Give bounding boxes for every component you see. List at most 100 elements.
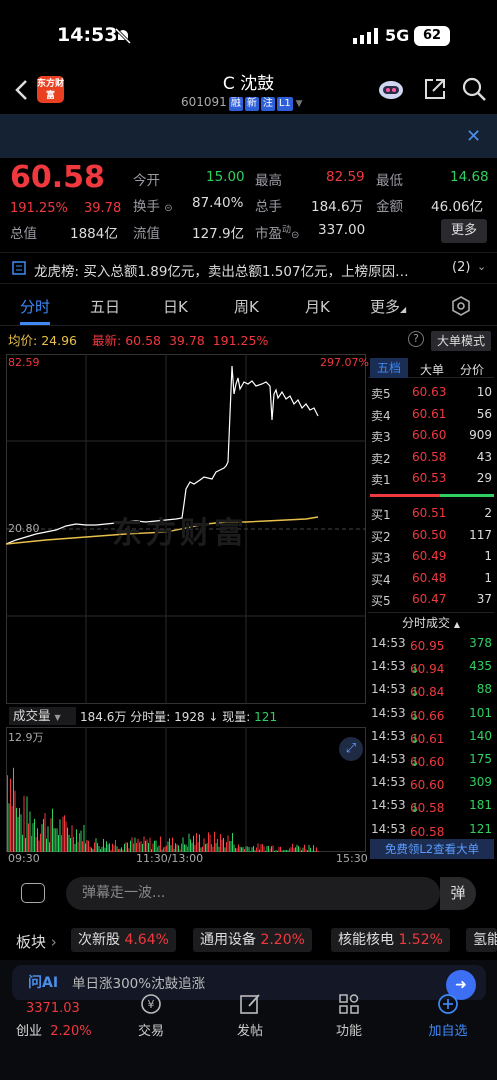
turnover-value: 87.40% bbox=[192, 195, 244, 211]
volume-indicator-select[interactable]: 成交量 ▼ bbox=[9, 707, 76, 725]
asks-row[interactable]: 卖5 60.63 10 bbox=[368, 382, 494, 404]
bids-row[interactable]: 买2 60.50 117 bbox=[368, 525, 494, 547]
bids-row[interactable]: 买4 60.48 1 bbox=[368, 568, 494, 590]
turnover-label: 换手 ⊝ bbox=[133, 199, 173, 215]
assistant-robot-icon[interactable] bbox=[378, 76, 404, 102]
volume-bar bbox=[257, 843, 259, 852]
tab-big-order[interactable]: 大单 bbox=[420, 361, 444, 378]
volume-bar bbox=[148, 842, 149, 852]
asks-row[interactable]: 卖1 60.53 29 bbox=[368, 468, 494, 490]
trade-volume: 175 bbox=[469, 752, 492, 766]
tab-month-k[interactable]: 月K bbox=[305, 296, 330, 317]
asks-row[interactable]: 卖2 60.58 43 bbox=[368, 447, 494, 469]
volume-bar bbox=[272, 845, 274, 852]
more-quote-button[interactable]: 更多 bbox=[441, 219, 487, 243]
tab-intraday[interactable]: 分时 bbox=[20, 296, 50, 317]
stock-code-row[interactable]: 601091 融新注 L1 ▼ bbox=[181, 95, 303, 111]
volume-bar bbox=[155, 840, 157, 852]
trade-volume: 435 bbox=[469, 659, 492, 674]
index-value[interactable]: 3371.03 bbox=[26, 1001, 80, 1016]
level-label: 卖5 bbox=[371, 387, 391, 401]
volume-info: 184.6万 分时量: 1928 ↓ 现量: 121 bbox=[80, 710, 278, 724]
expand-icon[interactable]: ⤢ bbox=[339, 737, 363, 761]
volume-bar bbox=[124, 843, 125, 852]
volume-bar bbox=[10, 778, 11, 852]
search-icon[interactable] bbox=[461, 76, 487, 102]
amount-value: 46.06亿 bbox=[431, 199, 484, 215]
volume-bar bbox=[16, 807, 17, 852]
volume-bar bbox=[308, 844, 310, 852]
volume-bar bbox=[50, 818, 52, 852]
volume-bar bbox=[116, 846, 118, 852]
volume-bar bbox=[80, 830, 82, 852]
tab-five-level[interactable]: 五档 bbox=[370, 358, 408, 378]
volume-bar bbox=[86, 840, 88, 852]
close-icon[interactable]: ✕ bbox=[466, 126, 481, 147]
share-icon[interactable] bbox=[422, 76, 448, 102]
volume-bar bbox=[232, 833, 233, 852]
chart-high-label: 82.59 bbox=[8, 356, 40, 369]
sector-chip[interactable]: 核能核电 1.52% bbox=[331, 928, 450, 952]
volume-bar bbox=[13, 767, 14, 852]
help-icon[interactable]: ? bbox=[408, 331, 424, 347]
sector-chip[interactable]: 通用设备 2.20% bbox=[193, 928, 312, 952]
volume-bar bbox=[175, 843, 176, 852]
bids-row[interactable]: 买1 60.51 2 bbox=[368, 503, 494, 525]
volume-bar bbox=[17, 816, 19, 852]
volume-bar bbox=[317, 850, 319, 852]
level-label: 买4 bbox=[371, 572, 391, 587]
free-l2-button[interactable]: 免费领L2查看大单 bbox=[370, 839, 494, 859]
level-volume: 43 bbox=[476, 449, 492, 464]
sector-chip[interactable]: 氢能 bbox=[466, 928, 497, 952]
tab-price-dist[interactable]: 分价 bbox=[460, 361, 484, 378]
danmu-input[interactable]: 弹幕走一波... bbox=[66, 877, 440, 910]
ai-logo: 问AI bbox=[28, 975, 59, 991]
nav-trade[interactable]: 交易 bbox=[111, 1020, 191, 1039]
volume-bar bbox=[182, 837, 184, 852]
volume-bar bbox=[137, 838, 139, 852]
volume-bar bbox=[292, 843, 293, 852]
volume-bar bbox=[58, 835, 59, 852]
nav-post[interactable]: 发帖 bbox=[210, 1020, 290, 1039]
volume-bar bbox=[65, 821, 67, 852]
volume-bar bbox=[266, 846, 268, 852]
volume-bar bbox=[221, 839, 223, 852]
volume-bar bbox=[145, 840, 146, 852]
network-type: 5G bbox=[385, 26, 410, 45]
nav-add-watchlist[interactable]: 加自选 bbox=[408, 1020, 488, 1039]
volume-bar bbox=[128, 848, 130, 852]
tab-day-k[interactable]: 日K bbox=[163, 296, 188, 317]
danmu-toggle-icon[interactable]: 弹 bbox=[440, 877, 476, 910]
bids-row[interactable]: 买5 60.47 37 bbox=[368, 589, 494, 611]
volume-bar bbox=[32, 823, 34, 852]
big-order-mode-button[interactable]: 大单模式 bbox=[431, 331, 491, 351]
bids-row[interactable]: 买3 60.49 1 bbox=[368, 546, 494, 568]
volume-bar bbox=[67, 827, 68, 852]
asks-row[interactable]: 卖4 60.61 56 bbox=[368, 404, 494, 426]
trades-header[interactable]: 分时成交 ▲ bbox=[368, 612, 494, 632]
volume-bar bbox=[169, 838, 170, 852]
tab-five-day[interactable]: 五日 bbox=[90, 296, 120, 317]
settings-gear-icon[interactable] bbox=[451, 296, 471, 316]
sector-label[interactable]: 板块 › bbox=[16, 931, 57, 952]
volume-bar bbox=[40, 833, 41, 852]
asks-row[interactable]: 卖3 60.60 909 bbox=[368, 425, 494, 447]
comment-list-icon[interactable] bbox=[21, 883, 45, 903]
volume-bar bbox=[53, 828, 55, 852]
tab-more[interactable]: 更多◢ bbox=[370, 296, 406, 317]
volume-bar bbox=[109, 843, 110, 852]
volume-bar bbox=[197, 842, 199, 852]
volume-bar bbox=[199, 834, 200, 852]
tab-week-k[interactable]: 周K bbox=[234, 296, 259, 317]
volume-bar bbox=[22, 834, 23, 852]
level-volume: 2 bbox=[484, 506, 492, 520]
volume-bar bbox=[193, 835, 194, 852]
nav-function[interactable]: 功能 bbox=[309, 1020, 389, 1039]
sector-chip[interactable]: 次新股 4.64% bbox=[71, 928, 176, 952]
index-row[interactable]: 创业 2.20% bbox=[16, 1020, 92, 1039]
volume-bar bbox=[230, 841, 232, 852]
volume-bar bbox=[8, 803, 10, 852]
volume-bar bbox=[119, 848, 121, 852]
trade-volume: 101 bbox=[469, 705, 492, 720]
volume-bar bbox=[101, 846, 103, 852]
